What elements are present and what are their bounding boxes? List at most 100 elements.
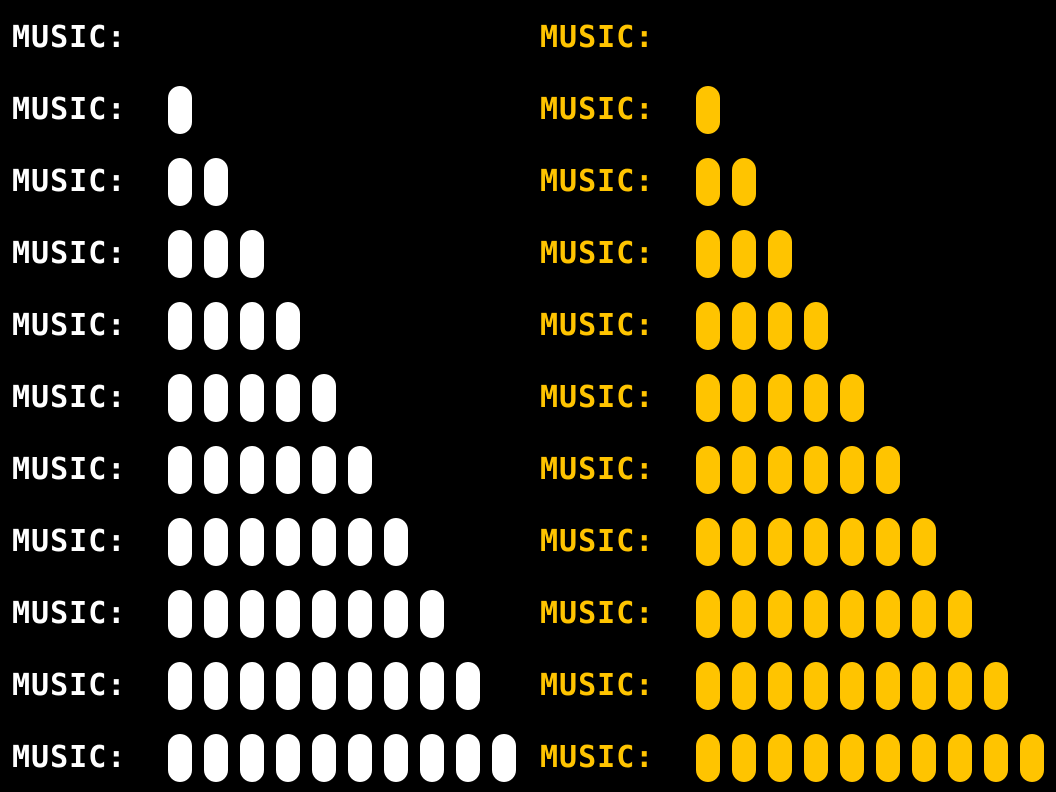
volume-pip: [168, 86, 192, 134]
volume-pip: [384, 518, 408, 566]
volume-pip: [240, 374, 264, 422]
volume-pip: [240, 446, 264, 494]
volume-pip: [204, 446, 228, 494]
volume-pip: [804, 518, 828, 566]
volume-pip: [204, 302, 228, 350]
music-label: MUSIC:: [12, 380, 127, 415]
music-volume-sprite-sheet: MUSIC: MUSIC: MUSIC: MUSIC: MUSIC: MUSIC: MUSI…: [0, 0, 1056, 792]
volume-pip: [348, 662, 372, 710]
music-label: MUSIC:: [540, 164, 655, 199]
music-label: MUSIC:: [12, 596, 127, 631]
volume-pip: [276, 590, 300, 638]
volume-pip: [204, 158, 228, 206]
volume-pip: [168, 662, 192, 710]
volume-pip: [204, 590, 228, 638]
music-label: MUSIC:: [540, 308, 655, 343]
volume-pip: [732, 518, 756, 566]
volume-pip: [768, 590, 792, 638]
volume-pip: [768, 446, 792, 494]
volume-pip: [240, 518, 264, 566]
volume-pip: [696, 230, 720, 278]
volume-pip: [204, 518, 228, 566]
volume-pip: [804, 446, 828, 494]
volume-pip: [912, 662, 936, 710]
volume-pip: [804, 374, 828, 422]
volume-pip: [348, 734, 372, 782]
volume-pip: [804, 590, 828, 638]
volume-pip: [696, 518, 720, 566]
music-label: MUSIC:: [540, 740, 655, 775]
volume-pip: [1020, 734, 1044, 782]
volume-pip: [984, 662, 1008, 710]
volume-pip: [732, 590, 756, 638]
volume-pip: [696, 662, 720, 710]
volume-pip: [204, 230, 228, 278]
music-label: MUSIC:: [540, 596, 655, 631]
volume-pip: [168, 302, 192, 350]
volume-pip: [696, 158, 720, 206]
volume-pip: [840, 446, 864, 494]
volume-pip: [840, 734, 864, 782]
volume-pip: [768, 518, 792, 566]
volume-pip: [384, 662, 408, 710]
volume-pip: [276, 662, 300, 710]
volume-pip: [168, 230, 192, 278]
volume-pip: [456, 662, 480, 710]
volume-pip: [312, 374, 336, 422]
music-label: MUSIC:: [540, 524, 655, 559]
volume-pip: [876, 446, 900, 494]
volume-pip: [768, 734, 792, 782]
volume-pip: [204, 734, 228, 782]
volume-pip: [240, 590, 264, 638]
volume-pip: [420, 662, 444, 710]
music-label: MUSIC:: [540, 92, 655, 127]
volume-pip: [420, 590, 444, 638]
volume-pip: [876, 518, 900, 566]
volume-pip: [240, 230, 264, 278]
volume-pip: [312, 662, 336, 710]
volume-pip: [804, 734, 828, 782]
volume-pip: [312, 590, 336, 638]
volume-pip: [456, 734, 480, 782]
music-label: MUSIC:: [12, 452, 127, 487]
volume-pip: [168, 446, 192, 494]
volume-pip: [732, 662, 756, 710]
volume-pip: [840, 590, 864, 638]
volume-pip: [204, 374, 228, 422]
volume-pip: [732, 302, 756, 350]
music-label: MUSIC:: [540, 380, 655, 415]
music-label: MUSIC:: [540, 20, 655, 55]
volume-pip: [840, 518, 864, 566]
volume-pip: [732, 158, 756, 206]
volume-pip: [168, 734, 192, 782]
volume-pip: [732, 734, 756, 782]
volume-pip: [732, 446, 756, 494]
volume-pip: [768, 230, 792, 278]
volume-pip: [876, 734, 900, 782]
volume-pip: [840, 374, 864, 422]
volume-pip: [948, 734, 972, 782]
volume-pip: [312, 734, 336, 782]
volume-pip: [696, 734, 720, 782]
volume-pip: [168, 158, 192, 206]
volume-pip: [312, 446, 336, 494]
volume-pip: [804, 302, 828, 350]
volume-pip: [240, 734, 264, 782]
volume-pip: [768, 302, 792, 350]
volume-pip: [240, 662, 264, 710]
volume-pip: [168, 374, 192, 422]
volume-pip: [732, 374, 756, 422]
volume-pip: [876, 590, 900, 638]
music-label: MUSIC:: [12, 236, 127, 271]
music-label: MUSIC:: [12, 164, 127, 199]
volume-pip: [840, 662, 864, 710]
volume-pip: [384, 734, 408, 782]
music-label: MUSIC:: [540, 236, 655, 271]
music-label: MUSIC:: [12, 668, 127, 703]
volume-pip: [276, 518, 300, 566]
volume-pip: [348, 446, 372, 494]
volume-pip: [912, 734, 936, 782]
volume-pip: [204, 662, 228, 710]
volume-pip: [168, 518, 192, 566]
volume-pip: [240, 302, 264, 350]
